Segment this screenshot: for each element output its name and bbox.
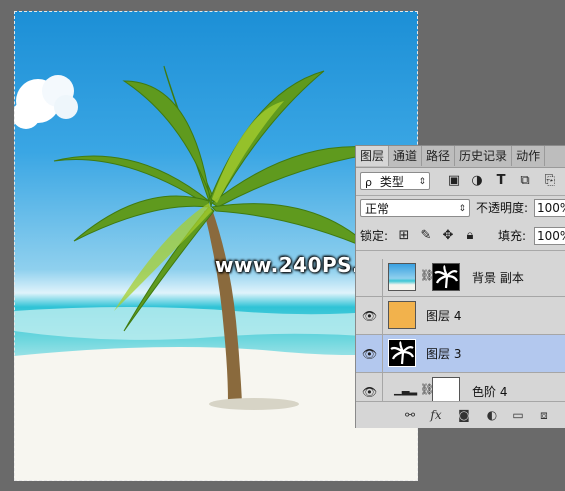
lock-all-icon[interactable]: 🔒︎	[462, 228, 478, 244]
layer-row-background-copy[interactable]: ⛓︎ 背景 副本	[356, 259, 565, 297]
filter-adjustment-icon[interactable]: ◑	[469, 173, 485, 189]
blend-mode-value: 正常	[365, 202, 390, 216]
tab-channels[interactable]: 通道	[389, 146, 423, 166]
layers-panel-footer: ⚯ fx ◙ ◐ ▭ ⧈	[356, 401, 565, 428]
blend-mode-select[interactable]: 正常 ⇕	[360, 199, 470, 217]
search-icon: ρ	[365, 176, 372, 189]
palm-silhouette-icon	[390, 341, 415, 365]
layer-name: 图层 3	[426, 347, 462, 361]
stepper-arrows-icon: ⇕	[418, 177, 426, 187]
palm-silhouette-icon	[434, 265, 459, 289]
panel-tabs: 图层 通道 路径 历史记录 动作	[356, 146, 565, 168]
stepper-arrows-icon: ⇕	[458, 204, 466, 214]
layer-name: 背景 副本	[472, 271, 524, 285]
lock-paint-brush-icon[interactable]: ✎	[418, 228, 434, 244]
divider	[356, 195, 565, 196]
fill-label: 填充:	[498, 229, 527, 243]
opacity-field[interactable]: 100%	[534, 199, 565, 217]
layer-row-layer-3[interactable]: 👁︎ 图层 3	[356, 335, 565, 373]
eye-icon: 👁︎	[362, 309, 378, 323]
cloud-image	[14, 75, 78, 129]
layer-mask-thumbnail[interactable]	[432, 263, 460, 291]
tab-paths[interactable]: 路径	[422, 146, 456, 166]
lock-transparent-icon[interactable]: ⊞	[396, 228, 412, 244]
filter-kind-label: 类型	[379, 175, 404, 189]
visibility-toggle[interactable]: 👁︎	[356, 297, 383, 334]
layer-filter-kind-select[interactable]: ρ 类型 ⇕	[360, 172, 430, 190]
layers-panel: 图层 通道 路径 历史记录 动作 ρ 类型 ⇕ ▣ ◑ T ⧉ ⎘ 正常 ⇕ 不…	[355, 145, 565, 428]
layer-name: 图层 4	[426, 309, 462, 323]
add-mask-icon[interactable]: ◙	[456, 408, 472, 422]
new-adjustment-layer-icon[interactable]: ◐	[484, 408, 500, 422]
link-layers-icon[interactable]: ⚯	[402, 408, 418, 422]
levels-adjustment-icon: ▁▃▂	[394, 385, 418, 396]
layer-thumbnail	[388, 301, 416, 329]
tab-layers[interactable]: 图层	[356, 146, 390, 166]
fx-icon[interactable]: fx	[428, 408, 444, 422]
opacity-label: 不透明度:	[476, 201, 529, 215]
layer-name: 色阶 4	[472, 385, 508, 399]
visibility-toggle[interactable]: 👁︎	[356, 335, 383, 372]
layer-thumbnail	[388, 263, 416, 291]
filter-shape-icon[interactable]: ⧉	[517, 173, 533, 189]
lock-label: 锁定:	[360, 229, 389, 243]
tab-history[interactable]: 历史记录	[455, 146, 513, 166]
new-group-folder-icon[interactable]: ▭	[510, 408, 526, 422]
fill-field[interactable]: 100%	[534, 227, 565, 245]
new-layer-icon[interactable]: ⧈	[536, 408, 552, 423]
filter-type-icon[interactable]: T	[493, 173, 509, 189]
divider	[356, 250, 565, 251]
layer-thumbnail	[388, 339, 416, 367]
layer-row-layer-4[interactable]: 👁︎ 图层 4	[356, 297, 565, 335]
eye-icon: 👁︎	[362, 347, 378, 361]
filter-pixel-icon[interactable]: ▣	[446, 173, 462, 189]
filter-smart-object-icon[interactable]: ⎘	[542, 173, 558, 189]
eye-icon: 👁︎	[362, 385, 378, 399]
lock-position-move-icon[interactable]: ✥	[440, 228, 456, 244]
visibility-toggle[interactable]	[356, 259, 383, 296]
tab-actions[interactable]: 动作	[512, 146, 546, 166]
